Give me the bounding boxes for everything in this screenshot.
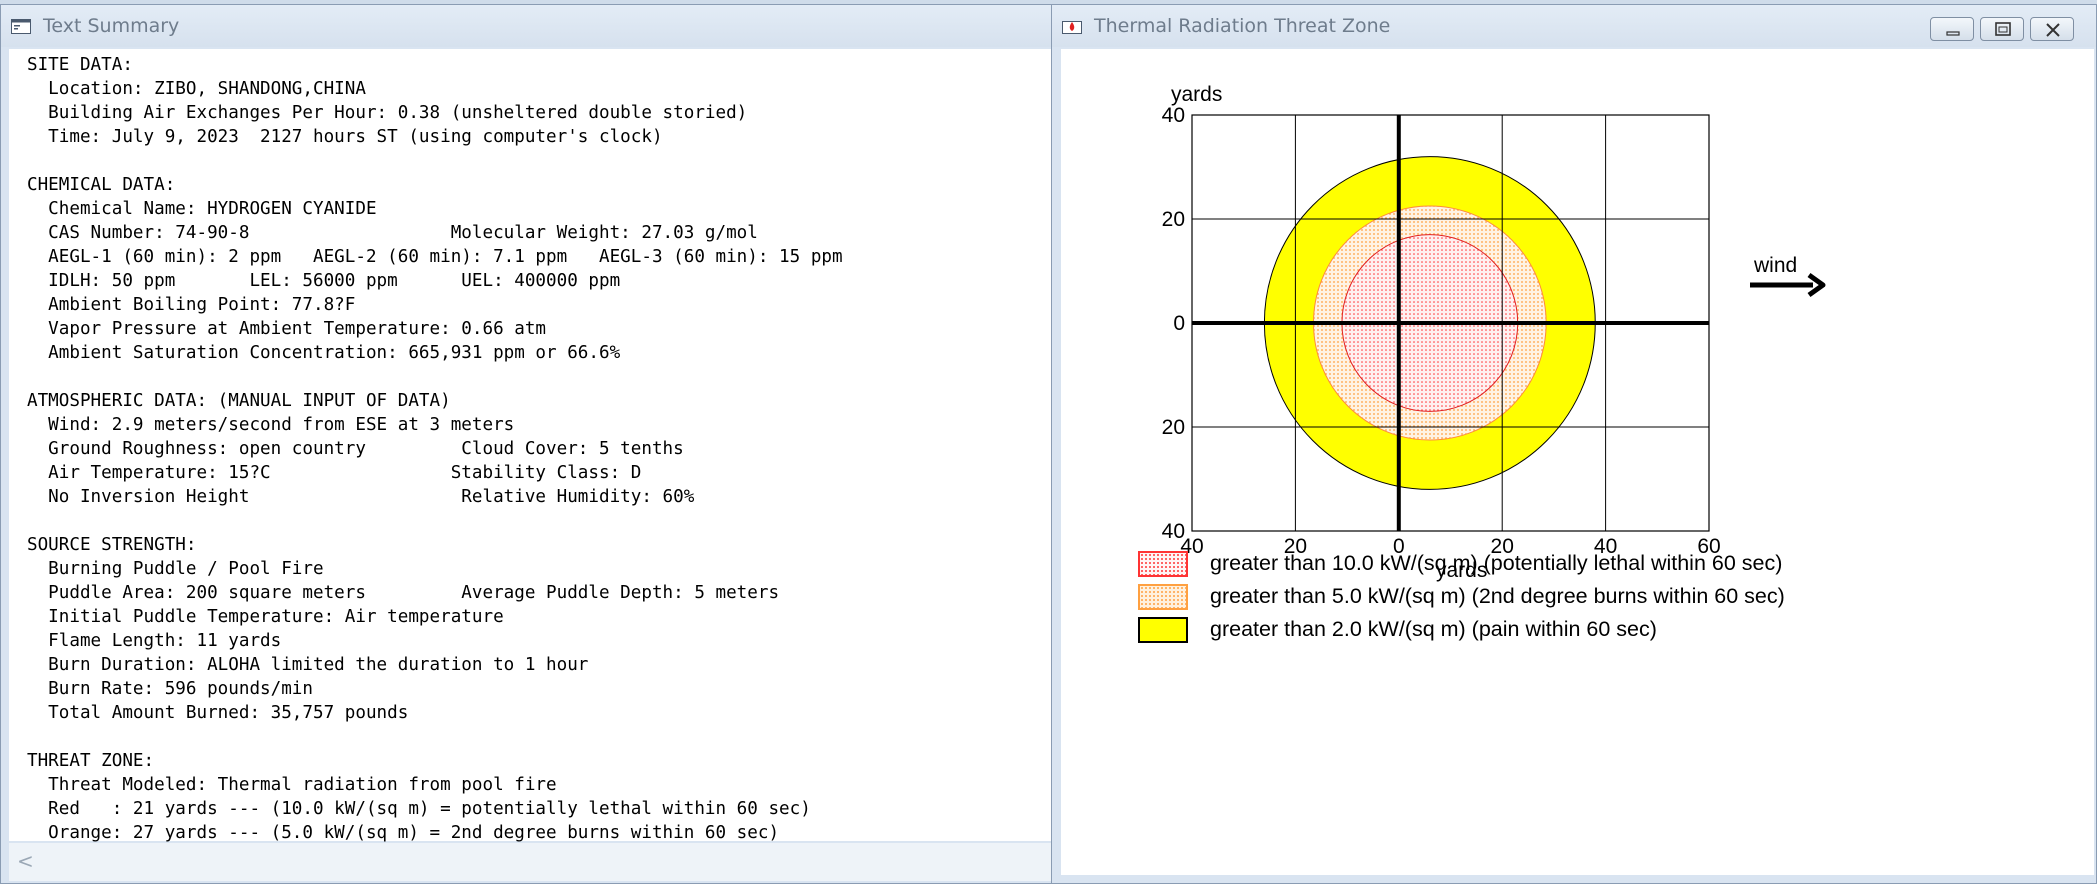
horizontal-scrollbar[interactable]: < [9, 843, 1052, 881]
summary-line: No Inversion Height Relative Humidity: 6… [27, 487, 695, 507]
summary-line: Time: July 9, 2023 2127 hours ST (using … [27, 127, 663, 147]
minimize-button[interactable] [1930, 17, 1974, 41]
summary-line: Location: ZIBO, SHANDONG,CHINA [27, 79, 366, 99]
summary-line: Burning Puddle / Pool Fire [27, 559, 324, 579]
threat-zone-panel: 40 20 0 20 40 60 40 20 0 20 40 yards yards wind gre… [1061, 49, 2094, 875]
text-summary-titlebar[interactable]: Text Summary [1, 5, 1052, 47]
y-tick-label: 40 [1162, 520, 1185, 543]
window-title: Text Summary [43, 15, 180, 37]
y-tick-label: 20 [1162, 416, 1185, 439]
summary-line: Puddle Area: 200 square meters Average P… [27, 583, 780, 603]
summary-line: Ambient Boiling Point: 77.8?F [27, 295, 356, 315]
summary-line: Flame Length: 11 yards [27, 631, 282, 651]
legend-swatch [1138, 584, 1188, 610]
summary-section-heading: SOURCE STRENGTH: [27, 535, 197, 555]
summary-line: Initial Puddle Temperature: Air temperat… [27, 607, 504, 627]
summary-line: IDLH: 50 ppm LEL: 56000 ppm UEL: 400000 … [27, 271, 621, 291]
legend-swatch [1138, 551, 1188, 577]
legend-label: greater than 2.0 kW/(sq m) (pain within … [1210, 617, 1657, 641]
y-axis-title: yards [1171, 83, 1222, 106]
y-tick-label: 0 [1173, 312, 1185, 335]
summary-line [27, 509, 843, 533]
text-summary-panel[interactable]: SITE DATA: Location: ZIBO, SHANDONG,CHIN… [9, 49, 1052, 843]
summary-line [27, 365, 843, 389]
close-button[interactable] [2030, 17, 2074, 41]
summary-section-heading: CHEMICAL DATA: [27, 175, 176, 195]
maximize-button[interactable] [1980, 17, 2024, 41]
summary-line: AEGL-1 (60 min): 2 ppm AEGL-2 (60 min): … [27, 247, 843, 267]
summary-line: Vapor Pressure at Ambient Temperature: 0… [27, 319, 547, 339]
window-fire-icon [1062, 21, 1082, 34]
text-summary-window: Text Summary SITE DATA: Location: ZIBO, … [0, 4, 1053, 884]
threat-zone-window: Thermal Radiation Threat Zone 40 20 0 20… [1051, 4, 2097, 884]
window-app-icon [11, 19, 31, 34]
summary-line [27, 725, 843, 749]
maximize-icon [1995, 22, 2011, 36]
summary-line: Ground Roughness: open country Cloud Cov… [27, 439, 684, 459]
threat-zone-plot: 40 20 0 20 40 60402002040 yardsyards wind [1162, 83, 1826, 582]
summary-line: Ambient Saturation Concentration: 665,93… [27, 343, 621, 363]
legend-label: greater than 10.0 kW/(sq m) (potentially… [1210, 551, 1783, 575]
y-tick-label: 20 [1162, 208, 1185, 231]
scroll-left-arrow-icon[interactable]: < [17, 849, 34, 873]
summary-section-heading: SITE DATA: [27, 55, 133, 75]
summary-line: ATMOSPHERIC DATA: (MANUAL INPUT OF DATA) [27, 391, 451, 411]
summary-line: Total Amount Burned: 35,757 pounds [27, 703, 409, 723]
summary-line: Chemical Name: HYDROGEN CYANIDE [27, 199, 377, 219]
summary-line [27, 149, 843, 173]
window-title: Thermal Radiation Threat Zone [1094, 15, 1391, 37]
legend-swatch [1138, 617, 1188, 643]
summary-line: Air Temperature: 15?C Stability Class: D [27, 463, 642, 483]
summary-line: Burn Duration: ALOHA limited the duratio… [27, 655, 589, 675]
wind-label: wind [1753, 254, 1797, 277]
summary-line: Orange: 27 yards --- (5.0 kW/(sq m) = 2n… [27, 823, 780, 843]
summary-line: Threat Modeled: Thermal radiation from p… [27, 775, 557, 795]
summary-line: Red : 21 yards --- (10.0 kW/(sq m) = pot… [27, 799, 811, 819]
y-tick-label: 40 [1162, 104, 1185, 127]
legend-label: greater than 5.0 kW/(sq m) (2nd degree b… [1210, 584, 1785, 608]
threat-zone-titlebar[interactable]: Thermal Radiation Threat Zone [1052, 5, 2096, 47]
summary-text: SITE DATA: Location: ZIBO, SHANDONG,CHIN… [27, 53, 843, 845]
minimize-icon [1946, 31, 1960, 36]
summary-line: CAS Number: 74-90-8 Molecular Weight: 27… [27, 223, 758, 243]
summary-line: Building Air Exchanges Per Hour: 0.38 (u… [27, 103, 748, 123]
summary-line: Burn Rate: 596 pounds/min [27, 679, 313, 699]
close-icon [2046, 23, 2060, 37]
summary-line: Wind: 2.9 meters/second from ESE at 3 me… [27, 415, 515, 435]
summary-section-heading: THREAT ZONE: [27, 751, 155, 771]
